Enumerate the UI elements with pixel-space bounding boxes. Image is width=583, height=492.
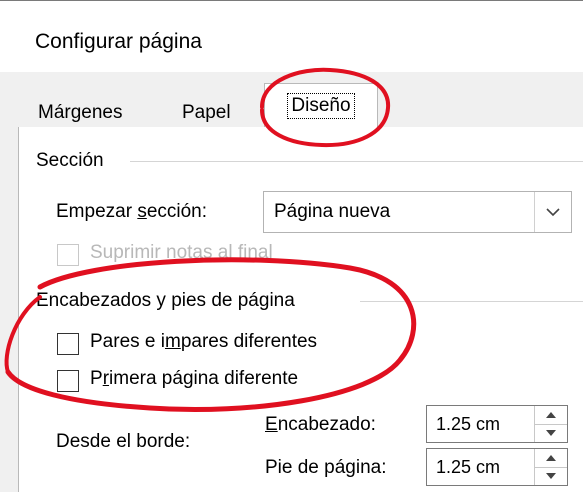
section-start-label: Empezar sección: (56, 201, 208, 222)
dialog-title: Configurar página (35, 30, 202, 53)
footer-distance-input[interactable]: 1.25 cm (426, 448, 568, 486)
header-distance-input[interactable]: 1.25 cm (426, 405, 568, 443)
section-start-value: Página nueva (274, 201, 391, 222)
section-start-select[interactable]: Página nueva (263, 191, 572, 233)
headers-footers-group-title: Encabezados y pies de página (36, 290, 295, 312)
footer-distance-label: Pie de página: (265, 457, 387, 478)
headers-footers-group-rule (360, 301, 583, 302)
window-top-border (0, 0, 583, 1)
header-distance-spinner (534, 406, 567, 442)
header-distance-value: 1.25 cm (436, 414, 501, 434)
footer-distance-spinner (534, 449, 567, 485)
first-page-checkbox[interactable] (57, 370, 79, 392)
suppress-endnotes-checkbox[interactable] (57, 244, 79, 266)
spin-up-icon[interactable] (535, 406, 567, 425)
first-page-label: Primera página diferente (90, 368, 299, 389)
spin-down-icon[interactable] (535, 424, 567, 442)
section-group-title: Sección (36, 150, 104, 172)
odd-even-checkbox[interactable] (57, 333, 79, 355)
spin-up-icon[interactable] (535, 449, 567, 468)
header-distance-label: Encabezado: (265, 414, 376, 435)
tab-paper[interactable]: Papel (182, 102, 231, 124)
from-edge-label: Desde el borde: (56, 431, 191, 452)
footer-distance-value: 1.25 cm (436, 457, 501, 477)
tab-layout-label: Diseño (287, 92, 355, 119)
spin-down-icon[interactable] (535, 467, 567, 485)
suppress-endnotes-label: Suprimir notas al final (90, 242, 273, 263)
chevron-down-icon[interactable] (534, 192, 571, 232)
section-group-rule (130, 161, 583, 162)
tab-margins[interactable]: Márgenes (38, 102, 123, 124)
tab-layout[interactable]: Diseño (264, 83, 378, 127)
odd-even-label: Pares e impares diferentes (90, 331, 318, 352)
